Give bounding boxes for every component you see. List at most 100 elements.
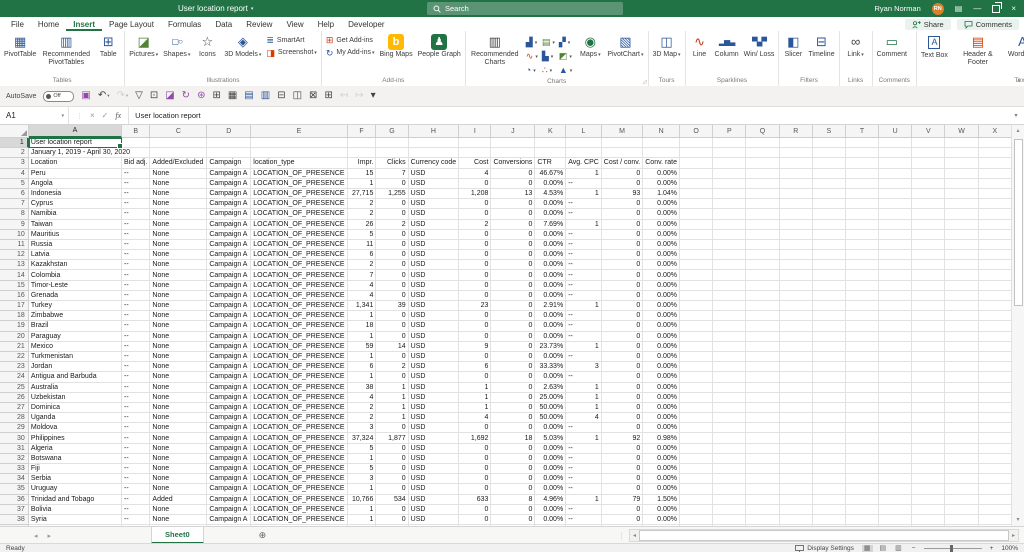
cell[interactable] — [945, 239, 979, 251]
cell[interactable] — [779, 341, 813, 352]
cell[interactable] — [879, 199, 913, 210]
cell-N26[interactable]: 0.00% — [643, 392, 681, 403]
cell[interactable] — [779, 402, 813, 414]
cell-M9[interactable]: 0 — [601, 219, 644, 230]
cell[interactable] — [779, 484, 813, 495]
cell-B9[interactable]: -- — [122, 219, 151, 230]
cell-H35[interactable]: USD — [408, 484, 460, 495]
cell[interactable] — [779, 209, 813, 220]
cell[interactable] — [978, 331, 1012, 342]
cell[interactable] — [978, 311, 1012, 322]
cell[interactable] — [713, 392, 747, 403]
cell-M31[interactable]: 0 — [601, 443, 644, 454]
column-sparkline-button[interactable]: ▂▅▃ Column — [713, 33, 741, 60]
cell-A22[interactable]: Turkmenistan — [28, 351, 123, 363]
cell-N15[interactable]: 0.00% — [643, 280, 681, 291]
cell-L13[interactable]: -- — [566, 260, 602, 271]
cell[interactable] — [812, 351, 846, 363]
cell[interactable] — [680, 464, 714, 475]
cell-L9[interactable]: 1 — [566, 219, 602, 230]
cell[interactable] — [912, 464, 946, 475]
cell-E38[interactable]: LOCATION_OF_PRESENCE — [251, 514, 348, 526]
zoom-in-button[interactable]: + — [990, 545, 994, 552]
cell-E18[interactable]: LOCATION_OF_PRESENCE — [251, 311, 348, 322]
cell-J26[interactable]: 0 — [491, 392, 536, 403]
cell-D29[interactable]: Campaign A — [207, 423, 252, 434]
pivottable-button[interactable]: ▦ PivotTable — [2, 33, 38, 60]
cell[interactable] — [879, 474, 913, 485]
horizontal-scrollbar[interactable]: ◂ ▸ — [629, 529, 1019, 542]
cell[interactable] — [945, 494, 979, 505]
tab-home[interactable]: Home — [31, 17, 66, 31]
3d-models-button[interactable]: ◈ 3D Models▾ — [222, 33, 263, 61]
cell[interactable] — [978, 351, 1012, 363]
cell-E9[interactable]: LOCATION_OF_PRESENCE — [251, 219, 348, 230]
cell-J33[interactable]: 0 — [491, 464, 536, 475]
increase-indent-button[interactable]: ↦ — [355, 89, 363, 103]
cell[interactable] — [978, 260, 1012, 271]
cell-F12[interactable]: 6 — [347, 250, 377, 261]
cell-D6[interactable]: Campaign A — [207, 188, 252, 200]
cell-E23[interactable]: LOCATION_OF_PRESENCE — [251, 362, 348, 373]
cell[interactable] — [879, 351, 913, 363]
cell-A12[interactable]: Latvia — [28, 250, 123, 261]
row-header-18[interactable]: 18 — [0, 311, 29, 322]
cell-L18[interactable]: -- — [566, 311, 602, 322]
cell[interactable] — [945, 514, 979, 526]
cell-E21[interactable]: LOCATION_OF_PRESENCE — [251, 341, 348, 352]
cell-M36[interactable]: 79 — [601, 494, 644, 505]
cell[interactable] — [812, 423, 846, 434]
share-button[interactable]: Share — [904, 18, 951, 30]
cell[interactable] — [680, 423, 714, 434]
cell-M18[interactable]: 0 — [601, 311, 644, 322]
cell-F35[interactable]: 1 — [347, 484, 377, 495]
cell[interactable] — [746, 168, 780, 179]
horizontal-scrollbar-thumb[interactable] — [639, 530, 1009, 541]
cell-A28[interactable]: Uganda — [28, 413, 123, 424]
cell[interactable] — [845, 331, 880, 342]
cell-G4[interactable]: 7 — [376, 168, 409, 179]
cell-D20[interactable]: Campaign A — [207, 331, 252, 342]
cell[interactable] — [945, 402, 979, 414]
cell-N27[interactable]: 0.00% — [643, 402, 681, 414]
cell-A13[interactable]: Kazakhstan — [28, 260, 123, 271]
cell-M34[interactable]: 0 — [601, 474, 644, 485]
cell[interactable] — [879, 229, 913, 240]
formula-input[interactable]: User location report — [129, 107, 1008, 124]
cell-H22[interactable]: USD — [408, 351, 460, 363]
cell[interactable] — [879, 464, 913, 475]
cell-L29[interactable]: -- — [566, 423, 602, 434]
customize-qat-button[interactable]: ▾ — [371, 89, 376, 103]
cell-I25[interactable]: 1 — [459, 382, 492, 393]
scroll-right-button[interactable]: ▸ — [1009, 532, 1018, 539]
cell[interactable] — [945, 351, 979, 363]
cell[interactable] — [812, 178, 846, 189]
cell[interactable] — [879, 270, 913, 281]
cell-N20[interactable]: 0.00% — [643, 331, 681, 342]
cell-B12[interactable]: -- — [122, 250, 151, 261]
cell[interactable] — [680, 301, 714, 312]
cell[interactable] — [945, 372, 979, 383]
cell[interactable] — [978, 413, 1012, 424]
cell-D36[interactable]: Campaign A — [207, 494, 252, 505]
cell-K19[interactable]: 0.00% — [535, 321, 567, 332]
cell[interactable] — [845, 453, 880, 464]
cell-K24[interactable]: 0.00% — [535, 372, 567, 383]
cell-K5[interactable]: 0.00% — [535, 178, 567, 189]
row-header-23[interactable]: 23 — [0, 362, 29, 373]
cell-B24[interactable]: -- — [122, 372, 151, 383]
cell[interactable] — [746, 250, 780, 261]
cell-H4[interactable]: USD — [408, 168, 460, 179]
cell[interactable] — [978, 484, 1012, 495]
cell[interactable] — [912, 270, 946, 281]
cell-H32[interactable]: USD — [408, 453, 460, 464]
cell[interactable] — [746, 209, 780, 220]
border-grid-button-6[interactable]: ◫ — [293, 89, 302, 103]
cell-D8[interactable]: Campaign A — [207, 209, 252, 220]
cell[interactable] — [746, 239, 780, 251]
cell-L34[interactable]: -- — [566, 474, 602, 485]
cell[interactable] — [845, 209, 880, 220]
cell-H17[interactable]: USD — [408, 301, 460, 312]
cell-I5[interactable]: 0 — [459, 178, 492, 189]
cell[interactable] — [845, 351, 880, 363]
